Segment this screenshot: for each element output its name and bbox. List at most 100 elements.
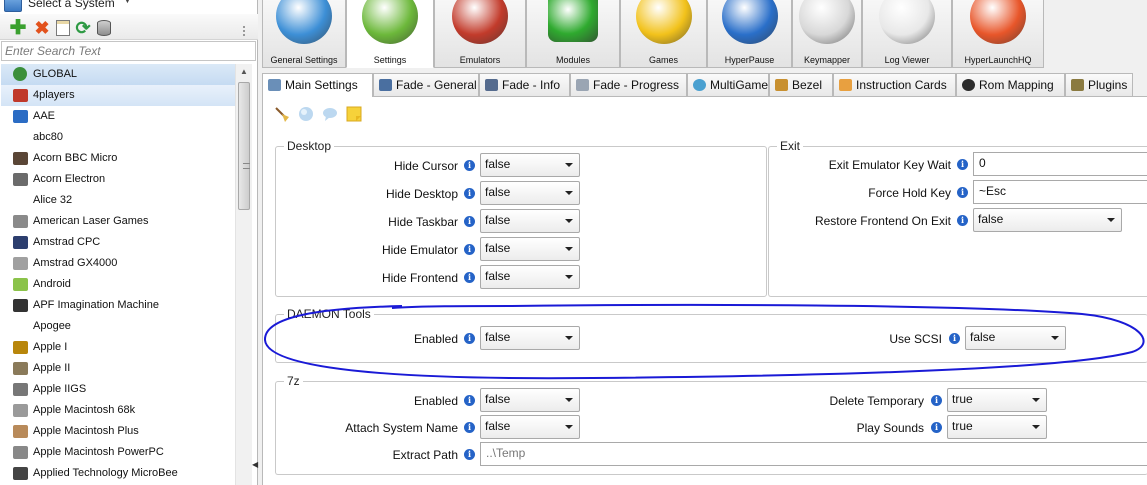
broom-icon[interactable] (273, 105, 291, 123)
info-icon[interactable]: i (464, 449, 475, 460)
hide-taskbar-label: Hide Taskbar (388, 215, 458, 229)
database-icon[interactable] (95, 19, 113, 37)
restore-frontend-dropdown[interactable]: false (973, 208, 1122, 232)
tab-bezel[interactable]: Bezel (769, 73, 833, 97)
edit-icon[interactable] (54, 19, 72, 37)
info-icon[interactable]: i (464, 160, 475, 171)
tab-multigame[interactable]: MultiGame (687, 73, 769, 97)
list-item[interactable]: Acorn Electron (1, 169, 235, 190)
hide-taskbar-dropdown[interactable]: false (480, 209, 580, 233)
system-list-scrollbar[interactable]: ▲ (235, 64, 252, 485)
tab-keymapper[interactable]: Keymapper (792, 0, 862, 68)
tab-instruction-cards[interactable]: Instruction Cards (833, 73, 956, 97)
list-item-label: abc80 (33, 131, 63, 143)
system-panel: Select a System ▼ ✚ ✖ ⟳ GLOBAL 4players AA… (0, 0, 258, 485)
7z-enabled-label: Enabled (413, 394, 458, 408)
list-item[interactable]: Applied Technology MicroBee (1, 463, 235, 484)
exit-key-wait-input[interactable]: 0 (973, 152, 1147, 176)
list-item[interactable]: abc80 (1, 127, 235, 148)
scrollbar-thumb[interactable] (238, 82, 250, 210)
note-icon[interactable] (345, 105, 363, 123)
list-item[interactable]: AAE (1, 106, 235, 127)
bezel-icon (775, 79, 788, 91)
info-icon[interactable]: i (957, 159, 968, 170)
list-item[interactable]: Acorn BBC Micro (1, 148, 235, 169)
list-item[interactable]: Apple I (1, 337, 235, 358)
list-item[interactable]: Apogee (1, 316, 235, 337)
info-icon[interactable]: i (464, 244, 475, 255)
tab-rom-mapping[interactable]: Rom Mapping (956, 73, 1065, 97)
info-icon[interactable]: i (464, 272, 475, 283)
list-item[interactable]: 4players (1, 85, 235, 106)
list-item[interactable]: Alice 32 (1, 190, 235, 211)
list-item[interactable]: Android (1, 274, 235, 295)
scroll-up-icon[interactable]: ▲ (236, 64, 252, 80)
tab-log-viewer[interactable]: Log Viewer (862, 0, 952, 68)
7z-enabled-dropdown[interactable]: false (480, 388, 580, 412)
tab-hyperlaunchhq[interactable]: HyperLaunchHQ (952, 0, 1044, 68)
list-item[interactable]: American Laser Games (1, 211, 235, 232)
extract-path-input[interactable]: ..\Temp (480, 442, 1147, 466)
info-icon[interactable]: i (957, 187, 968, 198)
daemon-enabled-dropdown[interactable]: false (480, 326, 580, 350)
chevron-down-icon[interactable]: ▼ (123, 0, 132, 5)
add-icon[interactable]: ✚ (9, 18, 27, 38)
hide-cursor-dropdown[interactable]: false (480, 153, 580, 177)
play-sounds-dropdown[interactable]: true (947, 415, 1047, 439)
search-input[interactable] (1, 41, 256, 61)
comment-icon[interactable] (321, 105, 339, 123)
list-item[interactable]: Apple Macintosh 68k (1, 400, 235, 421)
info-icon[interactable]: i (464, 395, 475, 406)
list-item[interactable]: Apple II (1, 358, 235, 379)
hide-desktop-dropdown[interactable]: false (480, 181, 580, 205)
tab-emulators[interactable]: Emulators (434, 0, 526, 68)
toolbar-grip[interactable] (243, 26, 249, 36)
info-icon[interactable]: i (957, 215, 968, 226)
info-icon[interactable]: i (931, 422, 942, 433)
info-icon[interactable]: i (464, 333, 475, 344)
tab-fade-general[interactable]: Fade - General (373, 73, 479, 97)
refresh-icon[interactable]: ⟳ (74, 19, 92, 37)
tab-fade-info[interactable]: Fade - Info (479, 73, 570, 97)
collapse-arrow-icon[interactable]: ◀ (252, 460, 258, 469)
list-item[interactable]: Apple IIGS (1, 379, 235, 400)
hide-desktop-label: Hide Desktop (385, 187, 458, 201)
tab-general-settings[interactable]: General Settings (262, 0, 346, 68)
list-item-label: 4players (33, 89, 75, 101)
info-icon[interactable]: i (464, 422, 475, 433)
list-item[interactable]: Amstrad CPC (1, 232, 235, 253)
info-icon[interactable]: i (464, 216, 475, 227)
hide-frontend-dropdown[interactable]: false (480, 265, 580, 289)
system-select[interactable]: Select a System ▼ (0, 0, 258, 14)
list-item[interactable]: Apple Macintosh PowerPC (1, 442, 235, 463)
rom-mapping-icon (962, 79, 975, 91)
tab-main-settings[interactable]: Main Settings (262, 73, 373, 98)
tab-plugins[interactable]: Plugins (1065, 73, 1133, 97)
info-icon[interactable]: i (464, 188, 475, 199)
info-icon[interactable]: i (949, 333, 960, 344)
info-icon[interactable]: i (931, 395, 942, 406)
system-icon (13, 278, 28, 291)
use-scsi-dropdown[interactable]: false (965, 326, 1066, 350)
system-icon (13, 67, 27, 81)
tab-modules[interactable]: Modules (526, 0, 620, 68)
delete-temporary-dropdown[interactable]: true (947, 388, 1047, 412)
list-item[interactable]: Apple Macintosh Plus (1, 421, 235, 442)
list-item-label: GLOBAL (33, 68, 78, 80)
list-item[interactable]: APF Imagination Machine (1, 295, 235, 316)
delete-icon[interactable]: ✖ (33, 19, 51, 37)
tab-fade-progress[interactable]: Fade - Progress (570, 73, 687, 97)
tab-games[interactable]: Games (620, 0, 707, 68)
attach-system-name-dropdown[interactable]: false (480, 415, 580, 439)
tab-hyperpause[interactable]: HyperPause (707, 0, 792, 68)
delete-temporary-label: Delete Temporary (829, 394, 925, 408)
list-item[interactable]: GLOBAL (1, 64, 235, 85)
list-item-label: Apple II (33, 362, 71, 374)
list-item[interactable]: Amstrad GX4000 (1, 253, 235, 274)
panel-splitter[interactable]: ◀ (252, 440, 258, 485)
keymapper-icon (799, 0, 855, 44)
tab-settings[interactable]: Settings (346, 0, 434, 68)
force-hold-key-input[interactable]: ~Esc (973, 180, 1147, 204)
globe-icon[interactable] (297, 105, 315, 123)
hide-emulator-dropdown[interactable]: false (480, 237, 580, 261)
